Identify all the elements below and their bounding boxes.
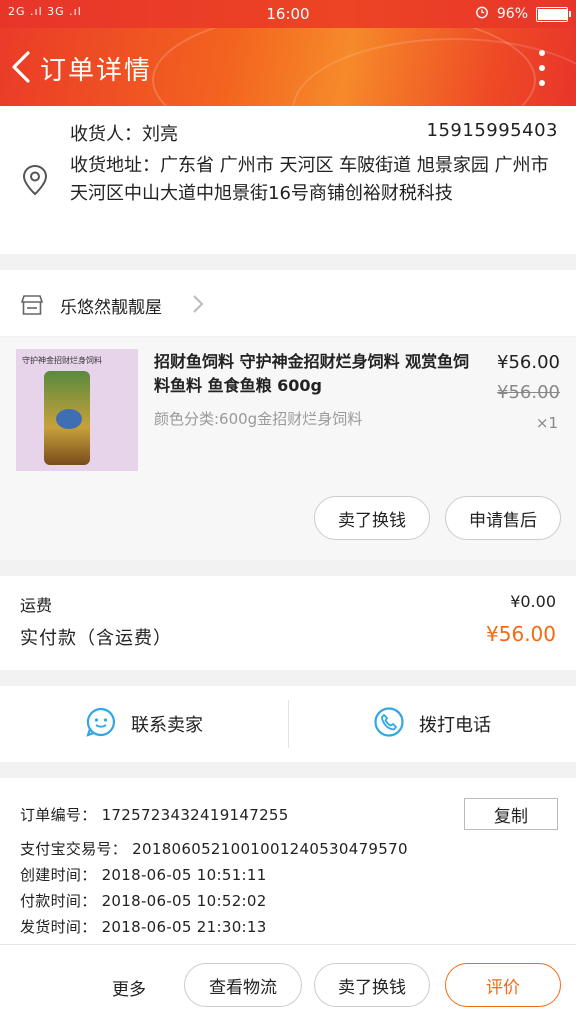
- view-logistics-button[interactable]: 查看物流: [184, 963, 302, 1007]
- shipping-fee-value: ¥0.00: [510, 592, 556, 611]
- shop-name: 乐悠然靓靓屋: [60, 298, 162, 318]
- recipient-phone: 15915995403: [426, 120, 558, 141]
- battery-percent: 96%: [496, 6, 528, 22]
- paid-time: 付款时间： 2018-06-05 10:52:02: [20, 892, 267, 910]
- store-icon: [20, 294, 44, 320]
- resell-button-bottom[interactable]: 卖了换钱: [314, 963, 430, 1007]
- status-right: 96%: [475, 5, 571, 23]
- more-button[interactable]: 更多: [112, 975, 146, 1000]
- chevron-right-icon: [192, 294, 204, 318]
- dot-icon: [539, 80, 545, 86]
- dot-icon: [539, 65, 545, 71]
- copy-button[interactable]: 复制: [464, 798, 558, 830]
- alarm-icon: [475, 5, 489, 23]
- order-number: 订单编号： 1725723432419147255: [20, 806, 289, 824]
- contact-bar: 联系卖家 拨打电话: [0, 686, 576, 762]
- shipped-time: 发货时间： 2018-06-05 21:30:13: [20, 918, 267, 936]
- top-app-bar: 订单详情: [0, 28, 576, 106]
- product-name: 招财鱼饲料 守护神金招财烂身饲料 观赏鱼饲料鱼料 鱼食鱼粮 600g: [154, 352, 470, 395]
- status-bar: 2G .ıl 3G .ıl 16:00 96%: [0, 0, 576, 28]
- back-button[interactable]: [6, 48, 40, 86]
- created-time: 创建时间： 2018-06-05 10:51:11: [20, 866, 267, 884]
- shop-row[interactable]: 乐悠然靓靓屋: [0, 270, 576, 336]
- dot-icon: [539, 50, 545, 56]
- product-quantity: ×1: [535, 414, 558, 432]
- contact-seller-button[interactable]: 联系卖家: [0, 686, 288, 762]
- shipping-fee-label: 运费: [20, 596, 53, 615]
- bottom-action-bar: 更多 查看物流 卖了换钱 评价: [0, 944, 576, 1025]
- after-sale-button[interactable]: 申请售后: [445, 496, 561, 540]
- payment-summary: 运费 ¥0.00 实付款（含运费） ¥56.00: [0, 576, 576, 670]
- page-title: 订单详情: [40, 56, 153, 86]
- location-pin-icon: [22, 164, 48, 200]
- product-price: ¥56.00: [497, 352, 560, 373]
- product-image[interactable]: 守护神金招财烂身饲料: [16, 349, 138, 471]
- contact-seller-label: 联系卖家: [131, 715, 203, 736]
- product-image-label: 守护神金招财烂身饲料: [22, 356, 102, 365]
- review-button[interactable]: 评价: [445, 963, 561, 1007]
- order-info-card: 订单编号： 1725723432419147255 复制 支付宝交易号： 201…: [0, 778, 576, 944]
- chevron-left-icon: [12, 51, 30, 83]
- phone-icon: [373, 706, 405, 743]
- original-price: ¥56.00: [497, 382, 560, 403]
- call-phone-button[interactable]: 拨打电话: [288, 686, 576, 762]
- recipient-name: 收货人：刘亮: [70, 124, 178, 145]
- more-options-button[interactable]: [532, 50, 552, 86]
- paid-amount-label: 实付款（含运费）: [20, 628, 172, 649]
- call-phone-label: 拨打电话: [419, 715, 491, 736]
- recipient-address: 收货地址：广东省 广州市 天河区 车陂街道 旭景家园 广州市天河区中山大道中旭景…: [70, 155, 549, 204]
- chat-bubble-icon: [85, 706, 117, 743]
- fish-graphic: [56, 409, 82, 429]
- order-item[interactable]: 守护神金招财烂身饲料 招财鱼饲料 守护神金招财烂身饲料 观赏鱼饲料鱼料 鱼食鱼粮…: [0, 338, 576, 560]
- battery-fill: [538, 8, 567, 20]
- battery-icon: [536, 6, 571, 22]
- resell-button[interactable]: 卖了换钱: [314, 496, 430, 540]
- product-spec: 颜色分类:600g金招财烂身饲料: [154, 410, 363, 428]
- shipping-address-card: 收货人：刘亮 15915995403 收货地址：广东省 广州市 天河区 车陂街道…: [0, 106, 576, 254]
- alipay-trade-number: 支付宝交易号： 2018060521001001240530479570: [20, 840, 408, 858]
- paid-amount-value: ¥56.00: [486, 622, 556, 646]
